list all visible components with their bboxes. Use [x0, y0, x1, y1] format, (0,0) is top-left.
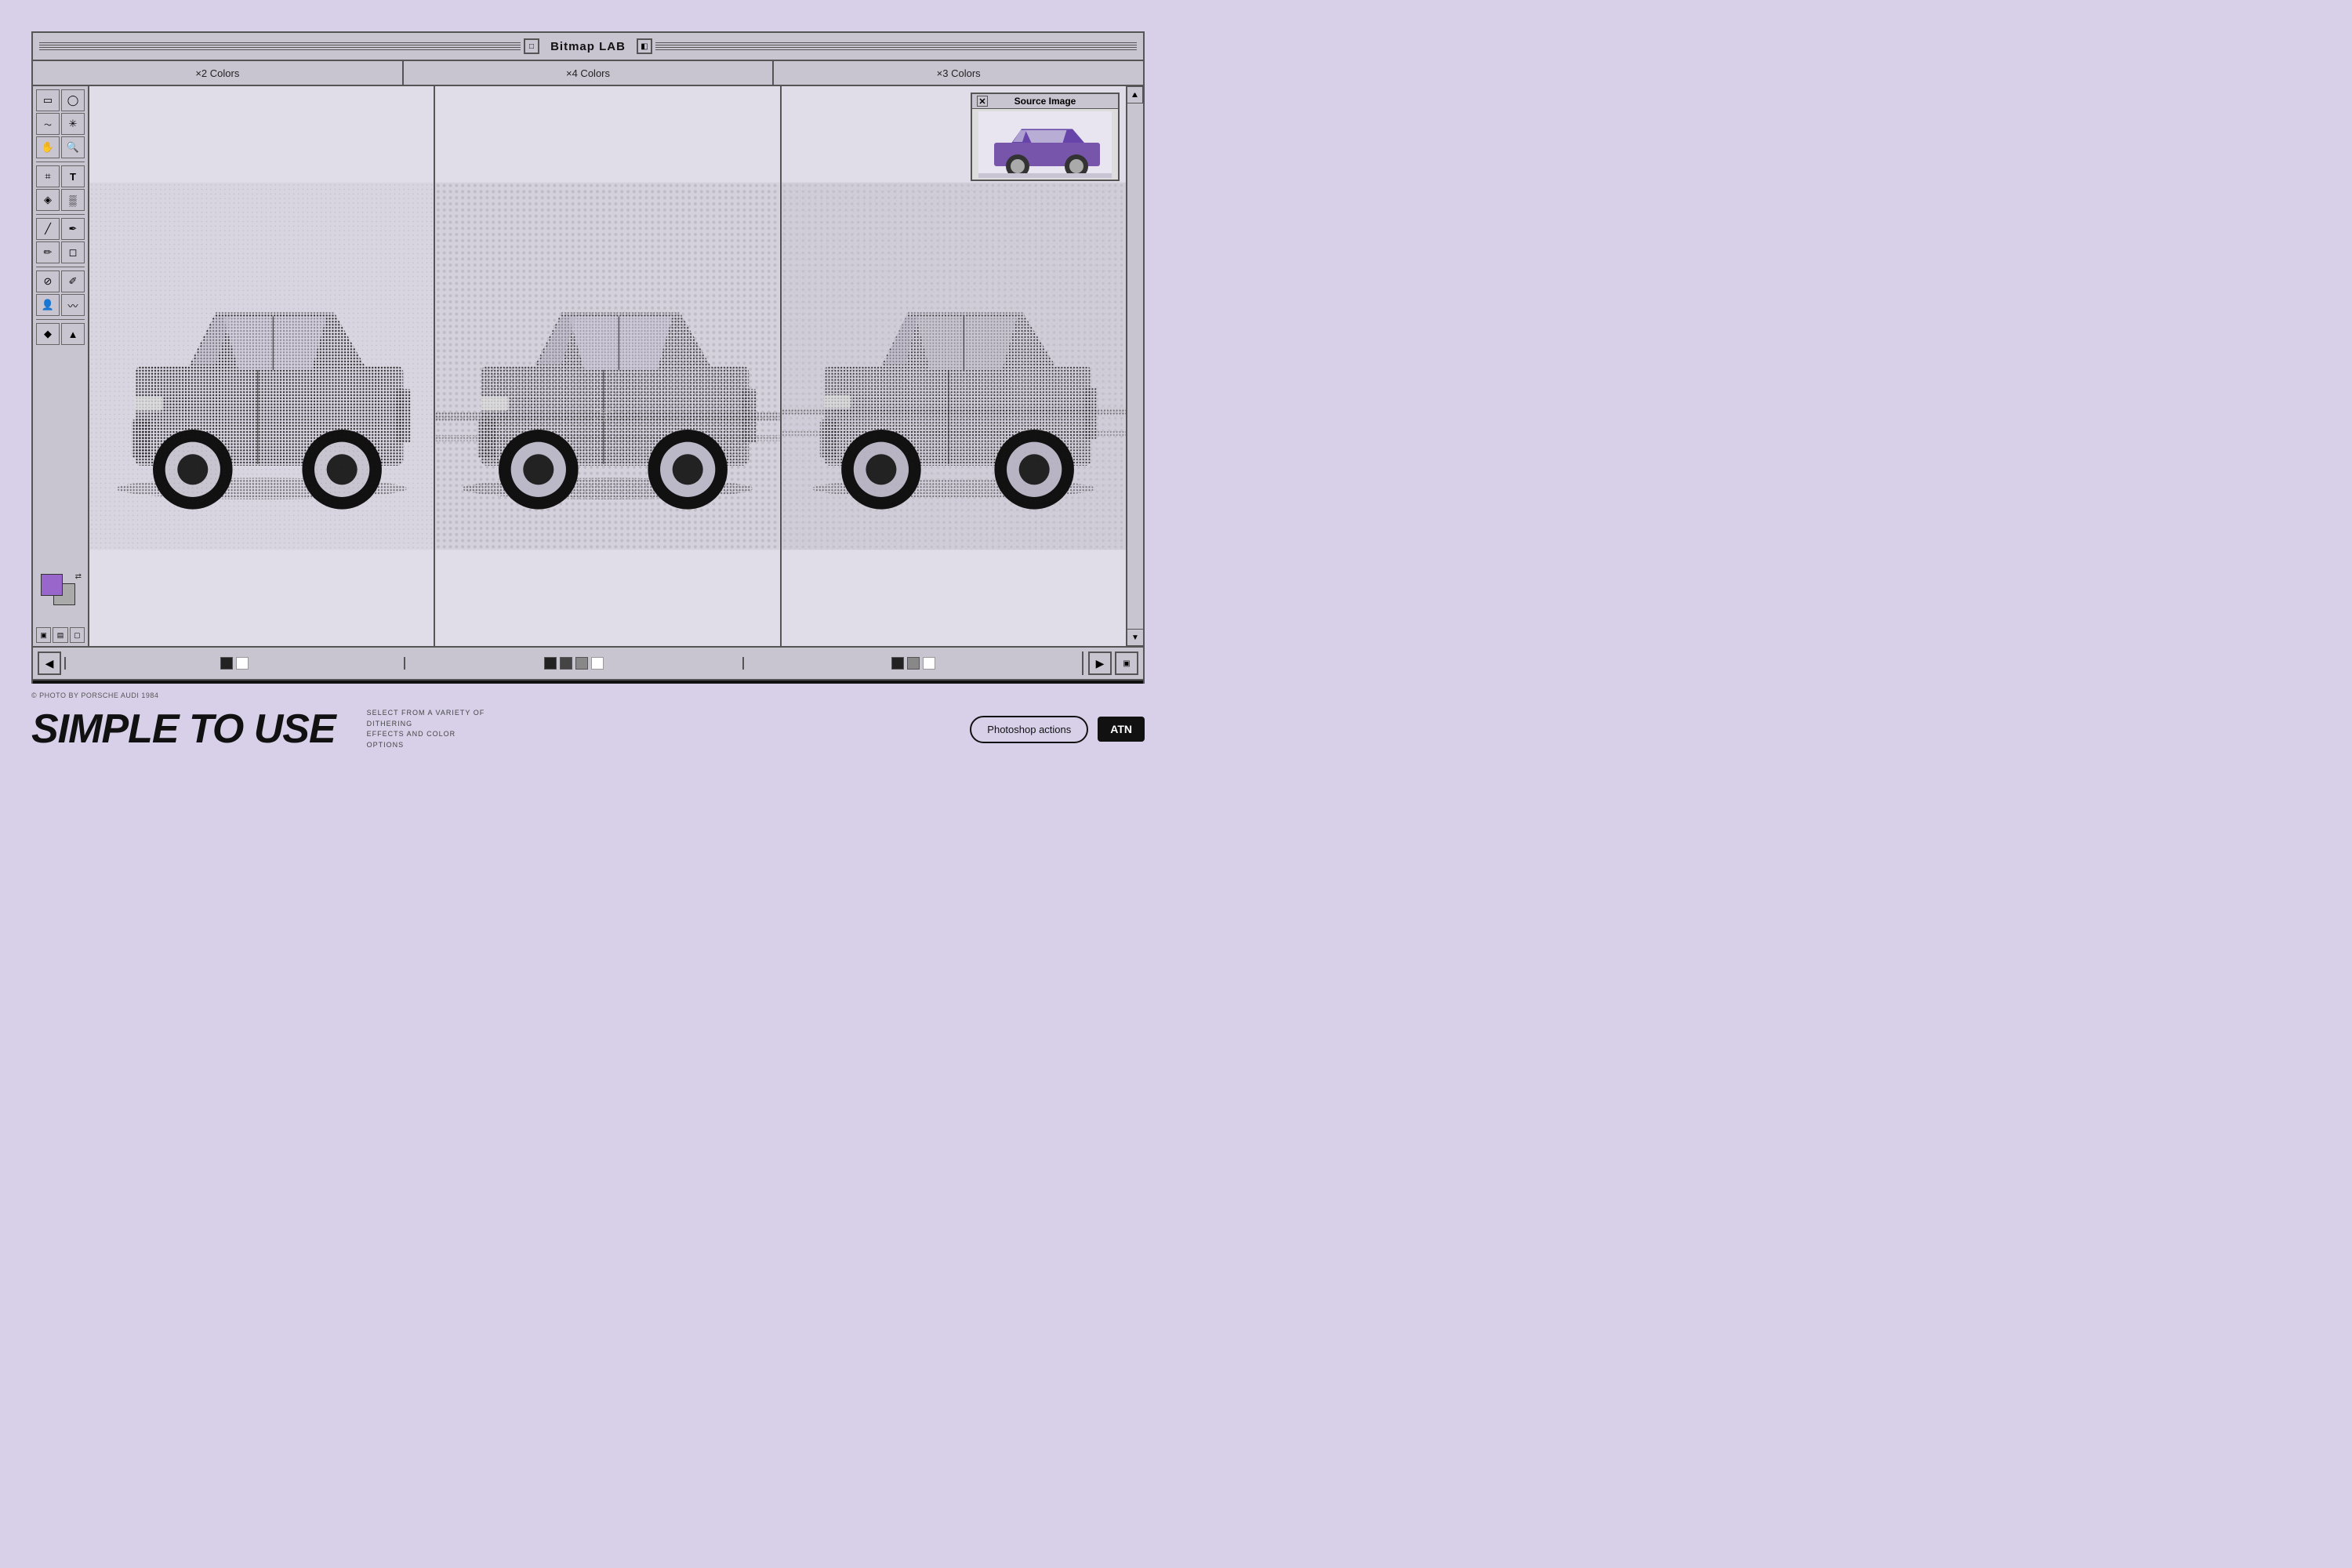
title-bar-lines-right — [655, 42, 1137, 50]
canvas-columns: ☞ ✕ Source Image — [89, 86, 1126, 646]
source-image-popup: ✕ Source Image — [971, 93, 1120, 181]
tool-gradient[interactable]: ▒ — [61, 189, 85, 211]
foreground-color-swatch[interactable] — [41, 574, 63, 596]
atn-badge: ATN — [1098, 717, 1145, 742]
column-headers: ×2 Colors ×4 Colors ×3 Colors — [33, 61, 1143, 86]
scroll-up-btn[interactable]: ▲ — [1126, 86, 1143, 103]
col1-color-white — [236, 657, 249, 670]
car-display-2: ☞ — [435, 86, 779, 646]
restore-btn[interactable]: ◧ — [637, 38, 652, 54]
tool-smudge[interactable]: ◻ — [61, 241, 85, 263]
app-window: □ Bitmap LAB ◧ ×2 Colors ×4 Colors ×3 Co… — [31, 31, 1145, 681]
tool-move[interactable]: ✋ — [36, 136, 60, 158]
source-popup-close-btn[interactable]: ✕ — [977, 96, 988, 107]
title-bar-lines-left — [39, 42, 521, 50]
nav-right-btn[interactable]: ▶ — [1088, 652, 1112, 675]
source-popup-title-text: Source Image — [1014, 96, 1076, 107]
bottom-bar: ◀ ▶ ▣ — [33, 646, 1143, 681]
tool-screen-mode-2[interactable]: ▤ — [53, 627, 67, 643]
tool-magic-wand[interactable]: ✳ — [61, 113, 85, 135]
col1-color-black — [220, 657, 233, 670]
svg-text:☞: ☞ — [592, 401, 614, 429]
tool-options-row: ▣ ▤ ▢ — [36, 627, 85, 643]
col-header-3: ×3 Colors — [774, 61, 1143, 85]
tool-pen[interactable]: ▲ — [61, 323, 85, 345]
source-image-preview — [972, 109, 1118, 180]
maximize-btn[interactable]: □ — [524, 38, 539, 54]
swap-colors-icon[interactable]: ⇄ — [75, 572, 82, 581]
main-area: ▭ ◯ 〜 ✳ ✋ 🔍 ⌗ T — [33, 86, 1126, 646]
tool-pencil[interactable]: ╱ — [36, 218, 60, 240]
tool-dodge[interactable]: ⊘ — [36, 270, 60, 292]
col2-color-1 — [544, 657, 557, 670]
col3-color-indicators — [742, 657, 1082, 670]
source-popup-title-bar: ✕ Source Image — [972, 94, 1118, 109]
nav-left-btn[interactable]: ◀ — [38, 652, 61, 675]
canvas-col-2: ☞ — [435, 86, 781, 646]
tool-select-ellipse[interactable]: ◯ — [61, 89, 85, 111]
tool-screen-mode-3[interactable]: ▢ — [70, 627, 85, 643]
tool-select-rect[interactable]: ▭ — [36, 89, 60, 111]
col-header-2: ×4 Colors — [404, 61, 775, 85]
bottom-row: SIMPLE TO USE SELECT FROM A VARIETY OF D… — [31, 706, 1145, 753]
col2-color-2 — [560, 657, 572, 670]
scroll-down-arrow[interactable]: ▼ — [1127, 629, 1143, 646]
right-scrollbar: ▲ ▼ — [1126, 86, 1143, 646]
tool-type[interactable]: T — [61, 165, 85, 187]
col2-color-3 — [575, 657, 588, 670]
outer-container: □ Bitmap LAB ◧ ×2 Colors ×4 Colors ×3 Co… — [31, 31, 1145, 753]
col3-color-2 — [907, 657, 920, 670]
col3-color-3 — [923, 657, 935, 670]
col1-color-indicators — [64, 657, 404, 670]
tool-screen-mode-1[interactable]: ▣ — [36, 627, 51, 643]
col-header-1: ×2 Colors — [33, 61, 404, 85]
page-view-btn[interactable]: ▣ — [1115, 652, 1138, 675]
tool-shape[interactable]: ◆ — [36, 323, 60, 345]
big-title-text: SIMPLE TO USE — [31, 706, 336, 753]
tool-crop[interactable]: ⌗ — [36, 165, 60, 187]
info-section: © PHOTO BY PORSCHE AUDI 1984 SIMPLE TO U… — [31, 684, 1145, 753]
badge-area: Photoshop actions ATN — [970, 716, 1145, 743]
tool-brush[interactable]: ✒ — [61, 218, 85, 240]
tool-clone[interactable]: 👤 — [36, 294, 60, 316]
toolbar: ▭ ◯ 〜 ✳ ✋ 🔍 ⌗ T — [33, 86, 89, 646]
tool-zoom[interactable]: 🔍 — [61, 136, 85, 158]
title-bar: □ Bitmap LAB ◧ — [33, 33, 1143, 61]
description-text: SELECT FROM A VARIETY OF DITHERING EFFEC… — [367, 708, 492, 750]
tool-paint-bucket[interactable]: ◈ — [36, 189, 60, 211]
tool-burn[interactable]: ✐ — [61, 270, 85, 292]
canvas-col-3: ✕ Source Image — [782, 86, 1126, 646]
tool-eraser[interactable]: ✏ — [36, 241, 60, 263]
car-display-1 — [89, 86, 434, 646]
tool-heal[interactable]: 〰 — [61, 294, 85, 316]
content-area: ▲ ▭ ◯ 〜 ✳ ✋ 🔍 — [33, 86, 1143, 646]
tool-lasso[interactable]: 〜 — [36, 113, 60, 135]
canvas-col-1 — [89, 86, 435, 646]
window-title: Bitmap LAB — [543, 40, 633, 53]
col2-color-indicators — [404, 657, 743, 670]
col2-color-4 — [591, 657, 604, 670]
copyright-text: © PHOTO BY PORSCHE AUDI 1984 — [31, 691, 1145, 699]
col3-color-1 — [891, 657, 904, 670]
photoshop-badge[interactable]: Photoshop actions — [970, 716, 1088, 743]
